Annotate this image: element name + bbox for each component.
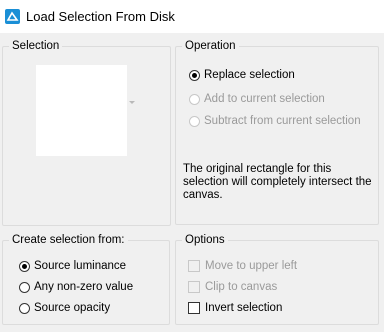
checkbox[interactable] [188, 260, 200, 272]
checkbox[interactable] [188, 281, 200, 293]
checkbox-invert-selection[interactable]: Invert selection [188, 300, 282, 316]
selection-group-label: Selection [9, 39, 63, 54]
radio-button[interactable] [189, 115, 200, 127]
options-group-label: Options [182, 233, 228, 248]
chevron-down-icon[interactable] [129, 101, 135, 104]
radio-replace-selection[interactable]: Replace selection [189, 67, 295, 83]
checkbox-clip-to-canvas[interactable]: Clip to canvas [188, 279, 277, 295]
radio-button[interactable] [189, 93, 200, 105]
radio-button[interactable] [19, 260, 30, 272]
radio-label: Add to current selection [204, 93, 325, 105]
radio-label: Subtract from current selection [204, 115, 361, 127]
radio-label: Source opacity [34, 302, 111, 314]
radio-label: Replace selection [204, 69, 295, 81]
radio-source-opacity[interactable]: Source opacity [19, 300, 110, 316]
radio-label: Any non-zero value [34, 281, 134, 293]
window-title: Load Selection From Disk [26, 9, 175, 24]
checkbox-label: Clip to canvas [205, 281, 278, 293]
radio-any-non-zero-value[interactable]: Any non-zero value [19, 279, 133, 295]
checkbox-label: Move to upper left [205, 260, 298, 272]
operation-info-text: The original rectangle for this selectio… [183, 163, 372, 201]
selection-app-icon [5, 9, 20, 24]
radio-source-luminance[interactable]: Source luminance [19, 258, 126, 274]
create-selection-group-label: Create selection from: [9, 233, 128, 248]
radio-button[interactable] [189, 69, 200, 81]
checkbox[interactable] [188, 302, 200, 314]
radio-subtract-from-selection[interactable]: Subtract from current selection [189, 113, 361, 129]
radio-button[interactable] [19, 302, 30, 314]
selection-preview [36, 65, 127, 156]
radio-button[interactable] [19, 281, 30, 293]
operation-group-label: Operation [182, 39, 239, 54]
radio-add-to-selection[interactable]: Add to current selection [189, 91, 325, 107]
checkbox-label: Invert selection [205, 302, 283, 314]
title-bar: Load Selection From Disk [0, 0, 384, 33]
checkbox-move-to-upper-left[interactable]: Move to upper left [188, 258, 297, 274]
radio-label: Source luminance [34, 260, 127, 272]
